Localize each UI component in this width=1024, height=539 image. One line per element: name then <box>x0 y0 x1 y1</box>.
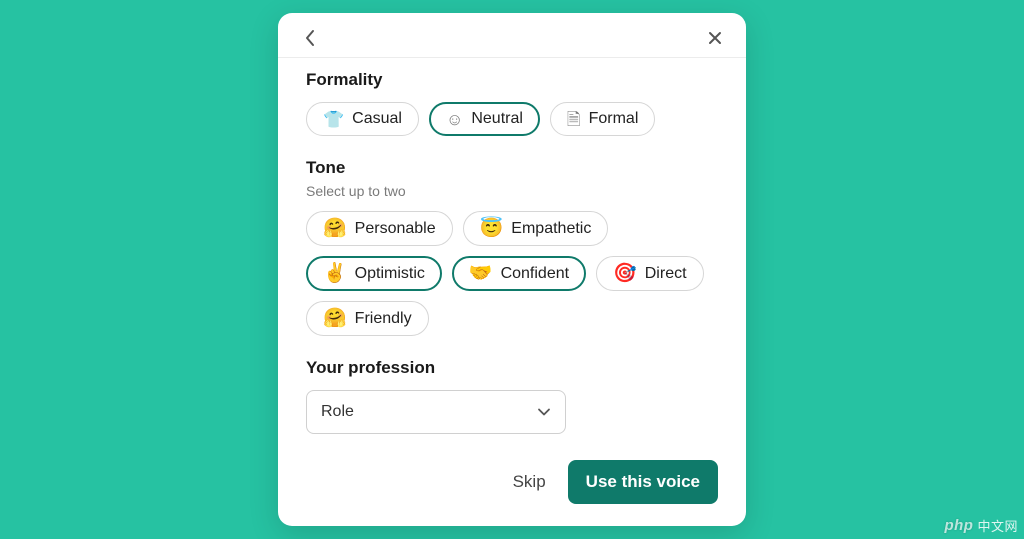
tone-option-label: Empathetic <box>511 220 591 238</box>
formality-option-label: Neutral <box>471 110 523 128</box>
confident-emoji-icon: 🤝 <box>469 264 493 283</box>
watermark-brand: php <box>944 517 973 534</box>
formality-option-label: Casual <box>352 110 402 128</box>
chevron-down-icon <box>537 403 551 421</box>
modal-body: Formality 👕 Casual ☺ Neutral 🗎 Formal Tone Se… <box>278 57 746 526</box>
tone-option-label: Personable <box>355 220 436 238</box>
tone-option-optimistic[interactable]: ✌️ Optimistic <box>306 256 442 291</box>
skip-button[interactable]: Skip <box>509 464 550 500</box>
tone-option-personable[interactable]: 🤗 Personable <box>306 211 453 246</box>
formality-title: Formality <box>306 70 718 90</box>
chevron-left-icon <box>304 29 315 47</box>
friendly-emoji-icon: 🤗 <box>323 309 347 328</box>
tone-options: 🤗 Personable 😇 Empathetic ✌️ Optimistic 🤝 Confi… <box>306 211 718 336</box>
tone-option-label: Confident <box>501 265 570 283</box>
close-icon <box>707 30 723 46</box>
formality-option-formal[interactable]: 🗎 Formal <box>550 102 655 136</box>
profession-select[interactable]: Role <box>306 390 566 434</box>
tone-option-label: Friendly <box>355 310 412 328</box>
empathetic-emoji-icon: 😇 <box>480 219 504 238</box>
tone-subtitle: Select up to two <box>306 183 718 199</box>
formality-options: 👕 Casual ☺ Neutral 🗎 Formal <box>306 102 718 136</box>
profession-select-value: Role <box>321 403 354 421</box>
modal-header <box>278 13 746 57</box>
personable-emoji-icon: 🤗 <box>323 219 347 238</box>
close-button[interactable] <box>706 29 724 47</box>
modal-footer: Skip Use this voice <box>306 460 718 504</box>
tone-option-direct[interactable]: 🎯 Direct <box>596 256 703 291</box>
tone-option-label: Direct <box>645 265 687 283</box>
neutral-icon: ☺ <box>446 111 463 128</box>
tone-title: Tone <box>306 158 718 178</box>
back-button[interactable] <box>300 29 318 47</box>
casual-icon: 👕 <box>323 111 344 128</box>
tone-option-label: Optimistic <box>355 265 425 283</box>
formality-option-casual[interactable]: 👕 Casual <box>306 102 419 136</box>
optimistic-emoji-icon: ✌️ <box>323 264 347 283</box>
formal-icon: 🗎 <box>567 111 581 128</box>
profession-title: Your profession <box>306 358 718 378</box>
tone-option-confident[interactable]: 🤝 Confident <box>452 256 586 291</box>
tone-option-friendly[interactable]: 🤗 Friendly <box>306 301 429 336</box>
formality-option-neutral[interactable]: ☺ Neutral <box>429 102 540 136</box>
formality-option-label: Formal <box>589 110 639 128</box>
voice-setup-modal: Formality 👕 Casual ☺ Neutral 🗎 Formal Tone Se… <box>278 13 746 526</box>
watermark: php 中文网 <box>944 516 1018 535</box>
watermark-text: 中文网 <box>977 516 1018 535</box>
tone-option-empathetic[interactable]: 😇 Empathetic <box>463 211 609 246</box>
direct-emoji-icon: 🎯 <box>613 264 637 283</box>
profession-select-wrap: Role <box>306 390 566 434</box>
use-voice-button[interactable]: Use this voice <box>568 460 718 504</box>
